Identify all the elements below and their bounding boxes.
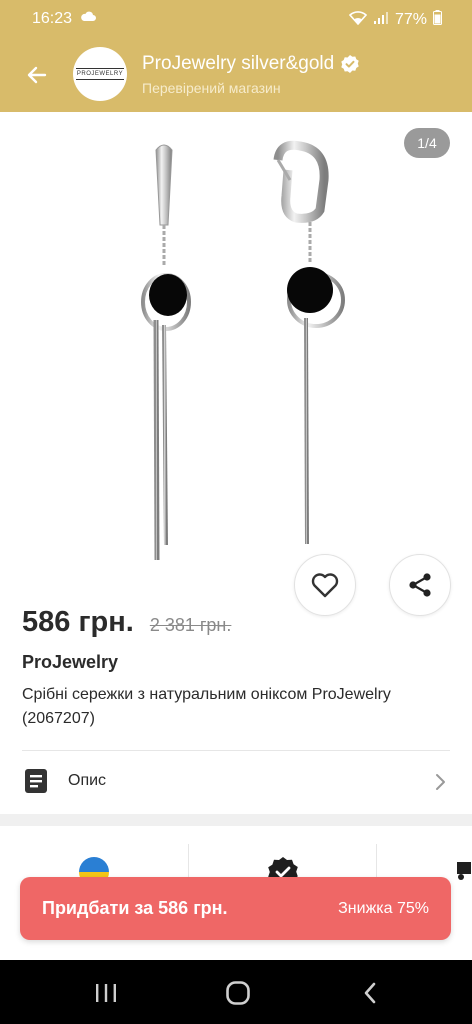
buy-button-label: Придбати за 586 грн.: [42, 898, 228, 918]
shop-name-text: ProJewelry silver&gold: [142, 53, 335, 74]
recent-apps-button[interactable]: [86, 978, 126, 1008]
status-time: 16:23: [32, 10, 73, 27]
description-label: Опис: [68, 772, 107, 789]
chevron-right-icon: [434, 772, 446, 797]
image-counter: 1/4: [404, 128, 450, 158]
cloud-icon: [80, 9, 96, 27]
signal-icon: [373, 11, 389, 30]
shop-header: PROJEWELRY ProJewelry silver&gold Переві…: [0, 36, 472, 112]
price-row: 586 грн. 2 381 грн.: [22, 606, 231, 639]
product-gallery[interactable]: 1/4: [0, 112, 472, 616]
description-row[interactable]: Опис: [0, 752, 472, 812]
recent-apps-icon: [96, 984, 116, 1002]
delivery-truck-icon: [455, 860, 472, 887]
divider: [22, 750, 450, 751]
arrow-left-icon: [27, 66, 47, 84]
shop-logo-text: PROJEWELRY: [75, 68, 125, 80]
buy-button[interactable]: Придбати за 586 грн. Знижка 75%: [20, 877, 451, 940]
section-gap: [0, 814, 472, 826]
system-back-button[interactable]: [350, 978, 390, 1008]
home-icon: [226, 981, 250, 1005]
status-bar: 16:23 77%: [0, 0, 472, 36]
current-price: 586 грн.: [22, 606, 134, 638]
home-button[interactable]: [218, 978, 258, 1008]
shop-subtitle: Перевірений магазин: [142, 80, 281, 96]
verified-badge-icon: [341, 55, 359, 73]
share-button[interactable]: [389, 554, 451, 616]
earrings-image: [141, 140, 345, 561]
battery-icon: [433, 10, 442, 30]
product-brand[interactable]: ProJewelry: [22, 652, 118, 673]
product-title: Срібні сережки з натуральним оніксом Pro…: [22, 686, 391, 727]
back-button[interactable]: [20, 58, 54, 92]
favorite-button[interactable]: [294, 554, 356, 616]
chevron-left-icon: [364, 982, 376, 1004]
old-price: 2 381 грн.: [149, 615, 232, 635]
battery-text: 77%: [394, 11, 427, 28]
shop-name[interactable]: ProJewelry silver&gold: [142, 53, 360, 75]
share-icon: [409, 573, 431, 597]
document-icon: [24, 768, 48, 799]
shop-logo[interactable]: PROJEWELRY: [73, 47, 127, 101]
wifi-icon: [348, 10, 368, 30]
heart-icon: [311, 573, 339, 598]
discount-label: Знижка 75%: [338, 899, 429, 917]
system-nav-bar: [0, 960, 472, 1024]
